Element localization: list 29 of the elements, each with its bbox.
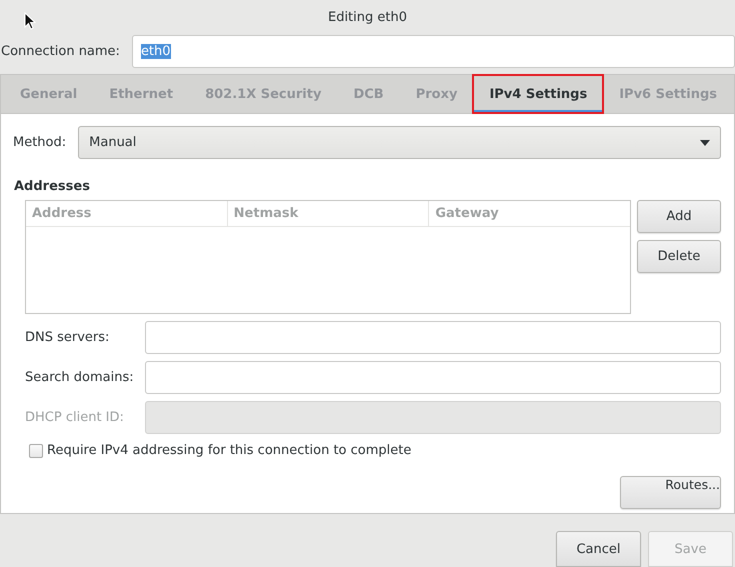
tab[interactable]: Ethernet <box>93 75 190 113</box>
address-button[interactable]: Add <box>637 200 721 233</box>
tab[interactable]: 802.1X Security <box>189 75 338 113</box>
footer-button[interactable]: Cancel <box>556 531 641 567</box>
tab[interactable]: Proxy <box>400 75 474 113</box>
column-header[interactable]: Netmask <box>228 201 430 226</box>
input-field[interactable] <box>145 321 721 354</box>
connection-name-field[interactable]: eth0 <box>132 34 735 68</box>
column-header[interactable]: Address <box>26 201 228 226</box>
connection-name-label: Connection name: <box>0 44 120 58</box>
method-label: Method: <box>13 135 66 150</box>
tab[interactable]: General <box>4 75 94 113</box>
tab[interactable]: DCB <box>337 75 400 113</box>
address-button[interactable]: Delete <box>637 240 721 273</box>
checkbox-label: Require IPv4 addressing for this connection to complete <box>47 443 412 458</box>
tab[interactable]: IPv6 Settings <box>603 75 733 113</box>
mouse-pointer-icon <box>24 12 36 30</box>
dropdown-caret-icon <box>700 140 710 146</box>
window-title: Editing eth0 <box>328 10 407 24</box>
column-header[interactable]: Gateway <box>429 201 630 226</box>
tab[interactable]: IPv4 Settings <box>473 75 604 113</box>
input-field[interactable] <box>145 361 721 394</box>
field-label: DNS servers: <box>25 330 110 345</box>
field-label: Search domains: <box>25 370 135 385</box>
method-dropdown[interactable]: Manual <box>78 126 721 159</box>
checkbox[interactable] <box>29 444 43 458</box>
routes-button[interactable]: Routes... <box>620 476 721 509</box>
field-label: DHCP client ID: <box>25 410 125 425</box>
addresses-heading: Addresses <box>13 179 91 194</box>
